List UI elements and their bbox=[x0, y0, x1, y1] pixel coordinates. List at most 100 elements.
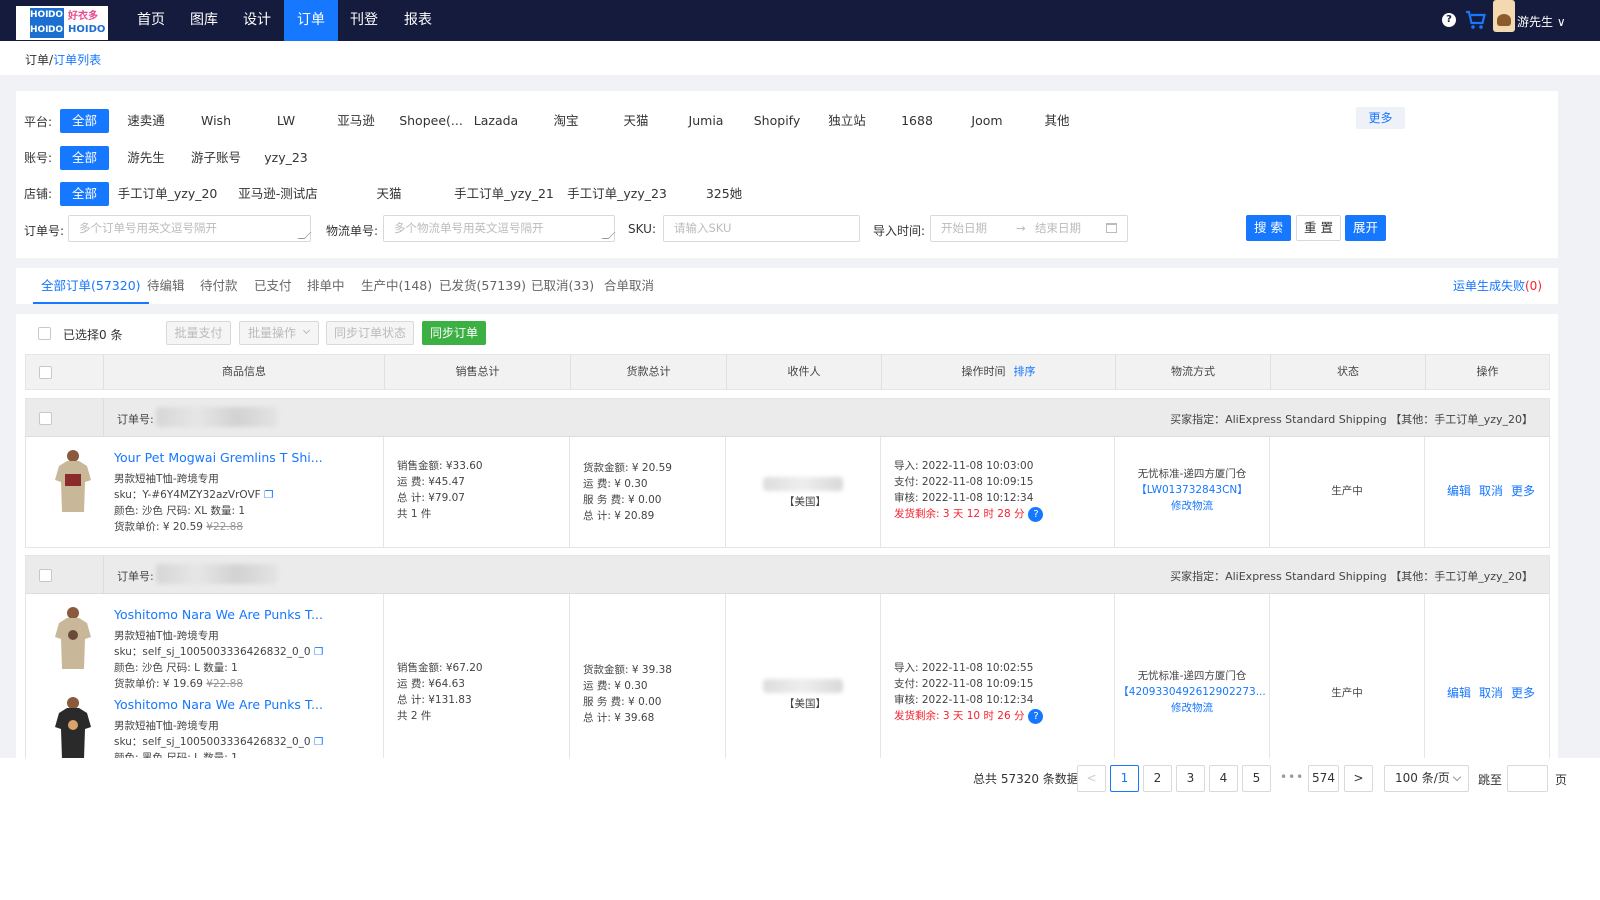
tab-scheduling[interactable]: 排单中 bbox=[307, 268, 345, 304]
help-icon[interactable]: ? bbox=[1028, 506, 1044, 522]
platform-option[interactable]: 天猫 bbox=[606, 109, 666, 133]
shop-option[interactable]: 天猫 bbox=[356, 182, 422, 206]
logo[interactable]: HOI DO HOI DO 好衣多 HOIDO bbox=[16, 6, 108, 40]
product-image[interactable] bbox=[53, 695, 93, 758]
platform-option[interactable]: Jumia bbox=[676, 109, 736, 133]
page-button[interactable]: 1 bbox=[1110, 765, 1139, 792]
select-all-checkbox[interactable] bbox=[38, 327, 51, 340]
nav-item-gallery[interactable]: 图库 bbox=[178, 0, 230, 41]
next-page-button[interactable]: > bbox=[1344, 765, 1373, 792]
platform-option[interactable]: Shopee(... bbox=[391, 109, 471, 133]
more-platforms-button[interactable]: 更多 bbox=[1356, 107, 1405, 129]
platform-option[interactable]: Shopify bbox=[746, 109, 808, 133]
platform-option[interactable]: Joom bbox=[956, 109, 1018, 133]
waybill-failed-link[interactable]: 运单生成失败(0) bbox=[1453, 268, 1542, 304]
shop-option-all[interactable]: 全部 bbox=[60, 182, 109, 206]
copy-icon[interactable]: ❐ bbox=[314, 646, 323, 658]
tracking-number[interactable]: 【4209330492612902273... bbox=[1115, 684, 1269, 700]
help-icon[interactable]: ? bbox=[1028, 708, 1044, 724]
tab-cancelled[interactable]: 已取消(33) bbox=[531, 268, 594, 304]
more-link[interactable]: 更多 bbox=[1511, 484, 1535, 498]
nav-item-reports[interactable]: 报表 bbox=[391, 0, 445, 41]
product-image[interactable] bbox=[53, 448, 93, 514]
tab-shipped[interactable]: 已发货(57139) bbox=[439, 268, 526, 304]
help-icon[interactable]: ? bbox=[1442, 13, 1456, 27]
header-checkbox[interactable] bbox=[39, 366, 52, 379]
copy-icon[interactable]: ❐ bbox=[314, 736, 323, 748]
product-title-link[interactable]: Your Pet Mogwai Gremlins T Shi... bbox=[114, 450, 323, 465]
account-option[interactable]: 游先生 bbox=[116, 146, 176, 170]
breadcrumb-parent[interactable]: 订单 bbox=[25, 53, 49, 67]
page-size-select[interactable]: 100 条/页 bbox=[1384, 765, 1469, 792]
page-button[interactable]: 5 bbox=[1242, 765, 1271, 792]
cancel-link[interactable]: 取消 bbox=[1479, 484, 1503, 498]
reset-button[interactable]: 重 置 bbox=[1296, 215, 1341, 241]
edit-link[interactable]: 编辑 bbox=[1447, 686, 1471, 700]
tab-merged-cancelled[interactable]: 合单取消 bbox=[604, 268, 654, 304]
product-image[interactable] bbox=[53, 605, 93, 671]
tab-to-edit[interactable]: 待编辑 bbox=[147, 268, 185, 304]
payment-total-cell: 货款金额: ¥ 39.38 运 费: ¥ 0.30 服 务 费: ¥ 0.00 … bbox=[569, 594, 725, 758]
copy-icon[interactable]: ❐ bbox=[264, 489, 273, 501]
nav-item-listing[interactable]: 刊登 bbox=[338, 0, 390, 41]
shop-option[interactable]: 手工订单_yzy_21 bbox=[451, 182, 557, 206]
platform-option[interactable]: 亚马逊 bbox=[326, 109, 386, 133]
platform-option[interactable]: 其他 bbox=[1026, 109, 1088, 133]
page-button[interactable]: 4 bbox=[1209, 765, 1238, 792]
tab-to-pay[interactable]: 待付款 bbox=[200, 268, 238, 304]
expand-button[interactable]: 展开 bbox=[1345, 215, 1386, 241]
cancel-link[interactable]: 取消 bbox=[1479, 686, 1503, 700]
jump-page-input[interactable] bbox=[1507, 765, 1548, 792]
platform-option[interactable]: LW bbox=[256, 109, 316, 133]
modify-logistics-link[interactable]: 修改物流 bbox=[1115, 700, 1269, 716]
order-no-input[interactable]: 多个订单号用英文逗号隔开 bbox=[68, 215, 312, 242]
shop-option[interactable]: 亚马逊-测试店 bbox=[234, 182, 322, 206]
platform-option[interactable]: Wish bbox=[186, 109, 246, 133]
user-menu[interactable]: 游先生 ∨ bbox=[1517, 13, 1566, 30]
search-button[interactable]: 搜 索 bbox=[1246, 215, 1291, 241]
prev-page-button[interactable]: < bbox=[1077, 765, 1106, 792]
shop-option[interactable]: 325她 bbox=[694, 182, 754, 206]
platform-option[interactable]: Lazada bbox=[466, 109, 526, 133]
more-pages-icon[interactable]: ••• bbox=[1280, 770, 1304, 784]
tab-paid[interactable]: 已支付 bbox=[254, 268, 292, 304]
tab-all-orders[interactable]: 全部订单(57320) bbox=[33, 268, 149, 304]
platform-option-all[interactable]: 全部 bbox=[60, 109, 109, 133]
platform-option[interactable]: 独立站 bbox=[816, 109, 878, 133]
sync-status-button[interactable]: 同步订单状态 bbox=[326, 321, 414, 345]
batch-op-dropdown[interactable]: 批量操作 bbox=[239, 321, 319, 345]
sync-orders-button[interactable]: 同步订单 bbox=[422, 321, 486, 345]
logistics-no-input[interactable]: 多个物流单号用英文逗号隔开 bbox=[383, 215, 616, 242]
page-button[interactable]: 3 bbox=[1176, 765, 1205, 792]
last-page-button[interactable]: 574 bbox=[1308, 765, 1339, 792]
shop-option[interactable]: 手工订单_yzy_20 bbox=[116, 182, 219, 206]
import-date-range[interactable]: 开始日期 → 结束日期 bbox=[930, 215, 1128, 242]
platform-option[interactable]: 淘宝 bbox=[536, 109, 596, 133]
edit-link[interactable]: 编辑 bbox=[1447, 484, 1471, 498]
order-checkbox[interactable] bbox=[39, 569, 52, 582]
platform-option[interactable]: 1688 bbox=[886, 109, 948, 133]
tracking-number[interactable]: 【LW013732843CN】 bbox=[1115, 482, 1269, 498]
account-option-all[interactable]: 全部 bbox=[60, 146, 109, 170]
page-button[interactable]: 2 bbox=[1143, 765, 1172, 792]
modify-logistics-link[interactable]: 修改物流 bbox=[1115, 498, 1269, 514]
batch-pay-button[interactable]: 批量支付 bbox=[166, 321, 231, 345]
avatar[interactable] bbox=[1493, 0, 1515, 32]
resize-handle-icon[interactable] bbox=[297, 232, 312, 239]
cart-icon[interactable] bbox=[1464, 8, 1488, 32]
product-title-link[interactable]: Yoshitomo Nara We Are Punks T... bbox=[114, 697, 323, 712]
account-option[interactable]: yzy_23 bbox=[256, 146, 316, 170]
more-link[interactable]: 更多 bbox=[1511, 686, 1535, 700]
resize-handle-icon[interactable] bbox=[601, 232, 616, 239]
sort-link[interactable]: 排序 bbox=[1014, 365, 1036, 378]
product-title-link[interactable]: Yoshitomo Nara We Are Punks T... bbox=[114, 607, 323, 622]
order-checkbox[interactable] bbox=[39, 412, 52, 425]
account-option[interactable]: 游子账号 bbox=[186, 146, 246, 170]
tab-producing[interactable]: 生产中(148) bbox=[361, 268, 432, 304]
nav-item-design[interactable]: 设计 bbox=[231, 0, 283, 41]
platform-option[interactable]: 速卖通 bbox=[116, 109, 176, 133]
sku-input[interactable]: 请输入SKU bbox=[663, 215, 860, 242]
shop-option[interactable]: 手工订单_yzy_23 bbox=[564, 182, 670, 206]
nav-item-home[interactable]: 首页 bbox=[125, 0, 177, 41]
nav-item-orders[interactable]: 订单 bbox=[284, 0, 338, 41]
